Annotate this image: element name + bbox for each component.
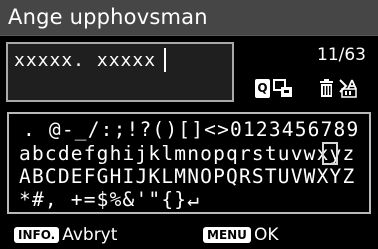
ok-hint[interactable]: MENU OK bbox=[203, 225, 278, 245]
text-input-field[interactable]: xxxxx. xxxxx bbox=[6, 42, 234, 102]
keyboard-row-lowercase[interactable]: abcdefghijklmnopqrstuvwxyz bbox=[19, 143, 355, 165]
trash-icon[interactable] bbox=[317, 79, 336, 98]
menu-button-badge: MENU bbox=[203, 227, 251, 243]
key-selection-cursor bbox=[322, 142, 338, 165]
title-bar: Ange upphovsman bbox=[0, 0, 378, 36]
cancel-hint[interactable]: INFO. Avbryt bbox=[14, 225, 117, 245]
keyboard-row-symbols[interactable]: . @-_/:;!?()[]<>0123456789 bbox=[23, 119, 359, 141]
cancel-label: Avbryt bbox=[62, 225, 118, 245]
text-cursor bbox=[164, 48, 166, 72]
text-input-value: xxxxx. xxxxx bbox=[14, 50, 157, 71]
character-counter: 11/63 bbox=[317, 45, 366, 65]
keyboard-row-special[interactable]: *#, +=$%&'"{}↵ bbox=[19, 189, 200, 211]
input-mode-icon[interactable] bbox=[338, 79, 360, 98]
ok-label: OK bbox=[253, 225, 279, 245]
text-mode-swap-icon[interactable] bbox=[273, 79, 293, 98]
keyboard-row-uppercase[interactable]: ABCDEFGHIJKLMNOPQRSTUVWXYZ bbox=[19, 166, 355, 188]
info-button-badge: INFO. bbox=[14, 227, 60, 243]
q-icon[interactable]: Q bbox=[255, 79, 270, 98]
page-title: Ange upphovsman bbox=[8, 5, 208, 29]
character-keyboard[interactable]: . @-_/:;!?()[]<>0123456789 abcdefghijklm… bbox=[7, 112, 371, 214]
